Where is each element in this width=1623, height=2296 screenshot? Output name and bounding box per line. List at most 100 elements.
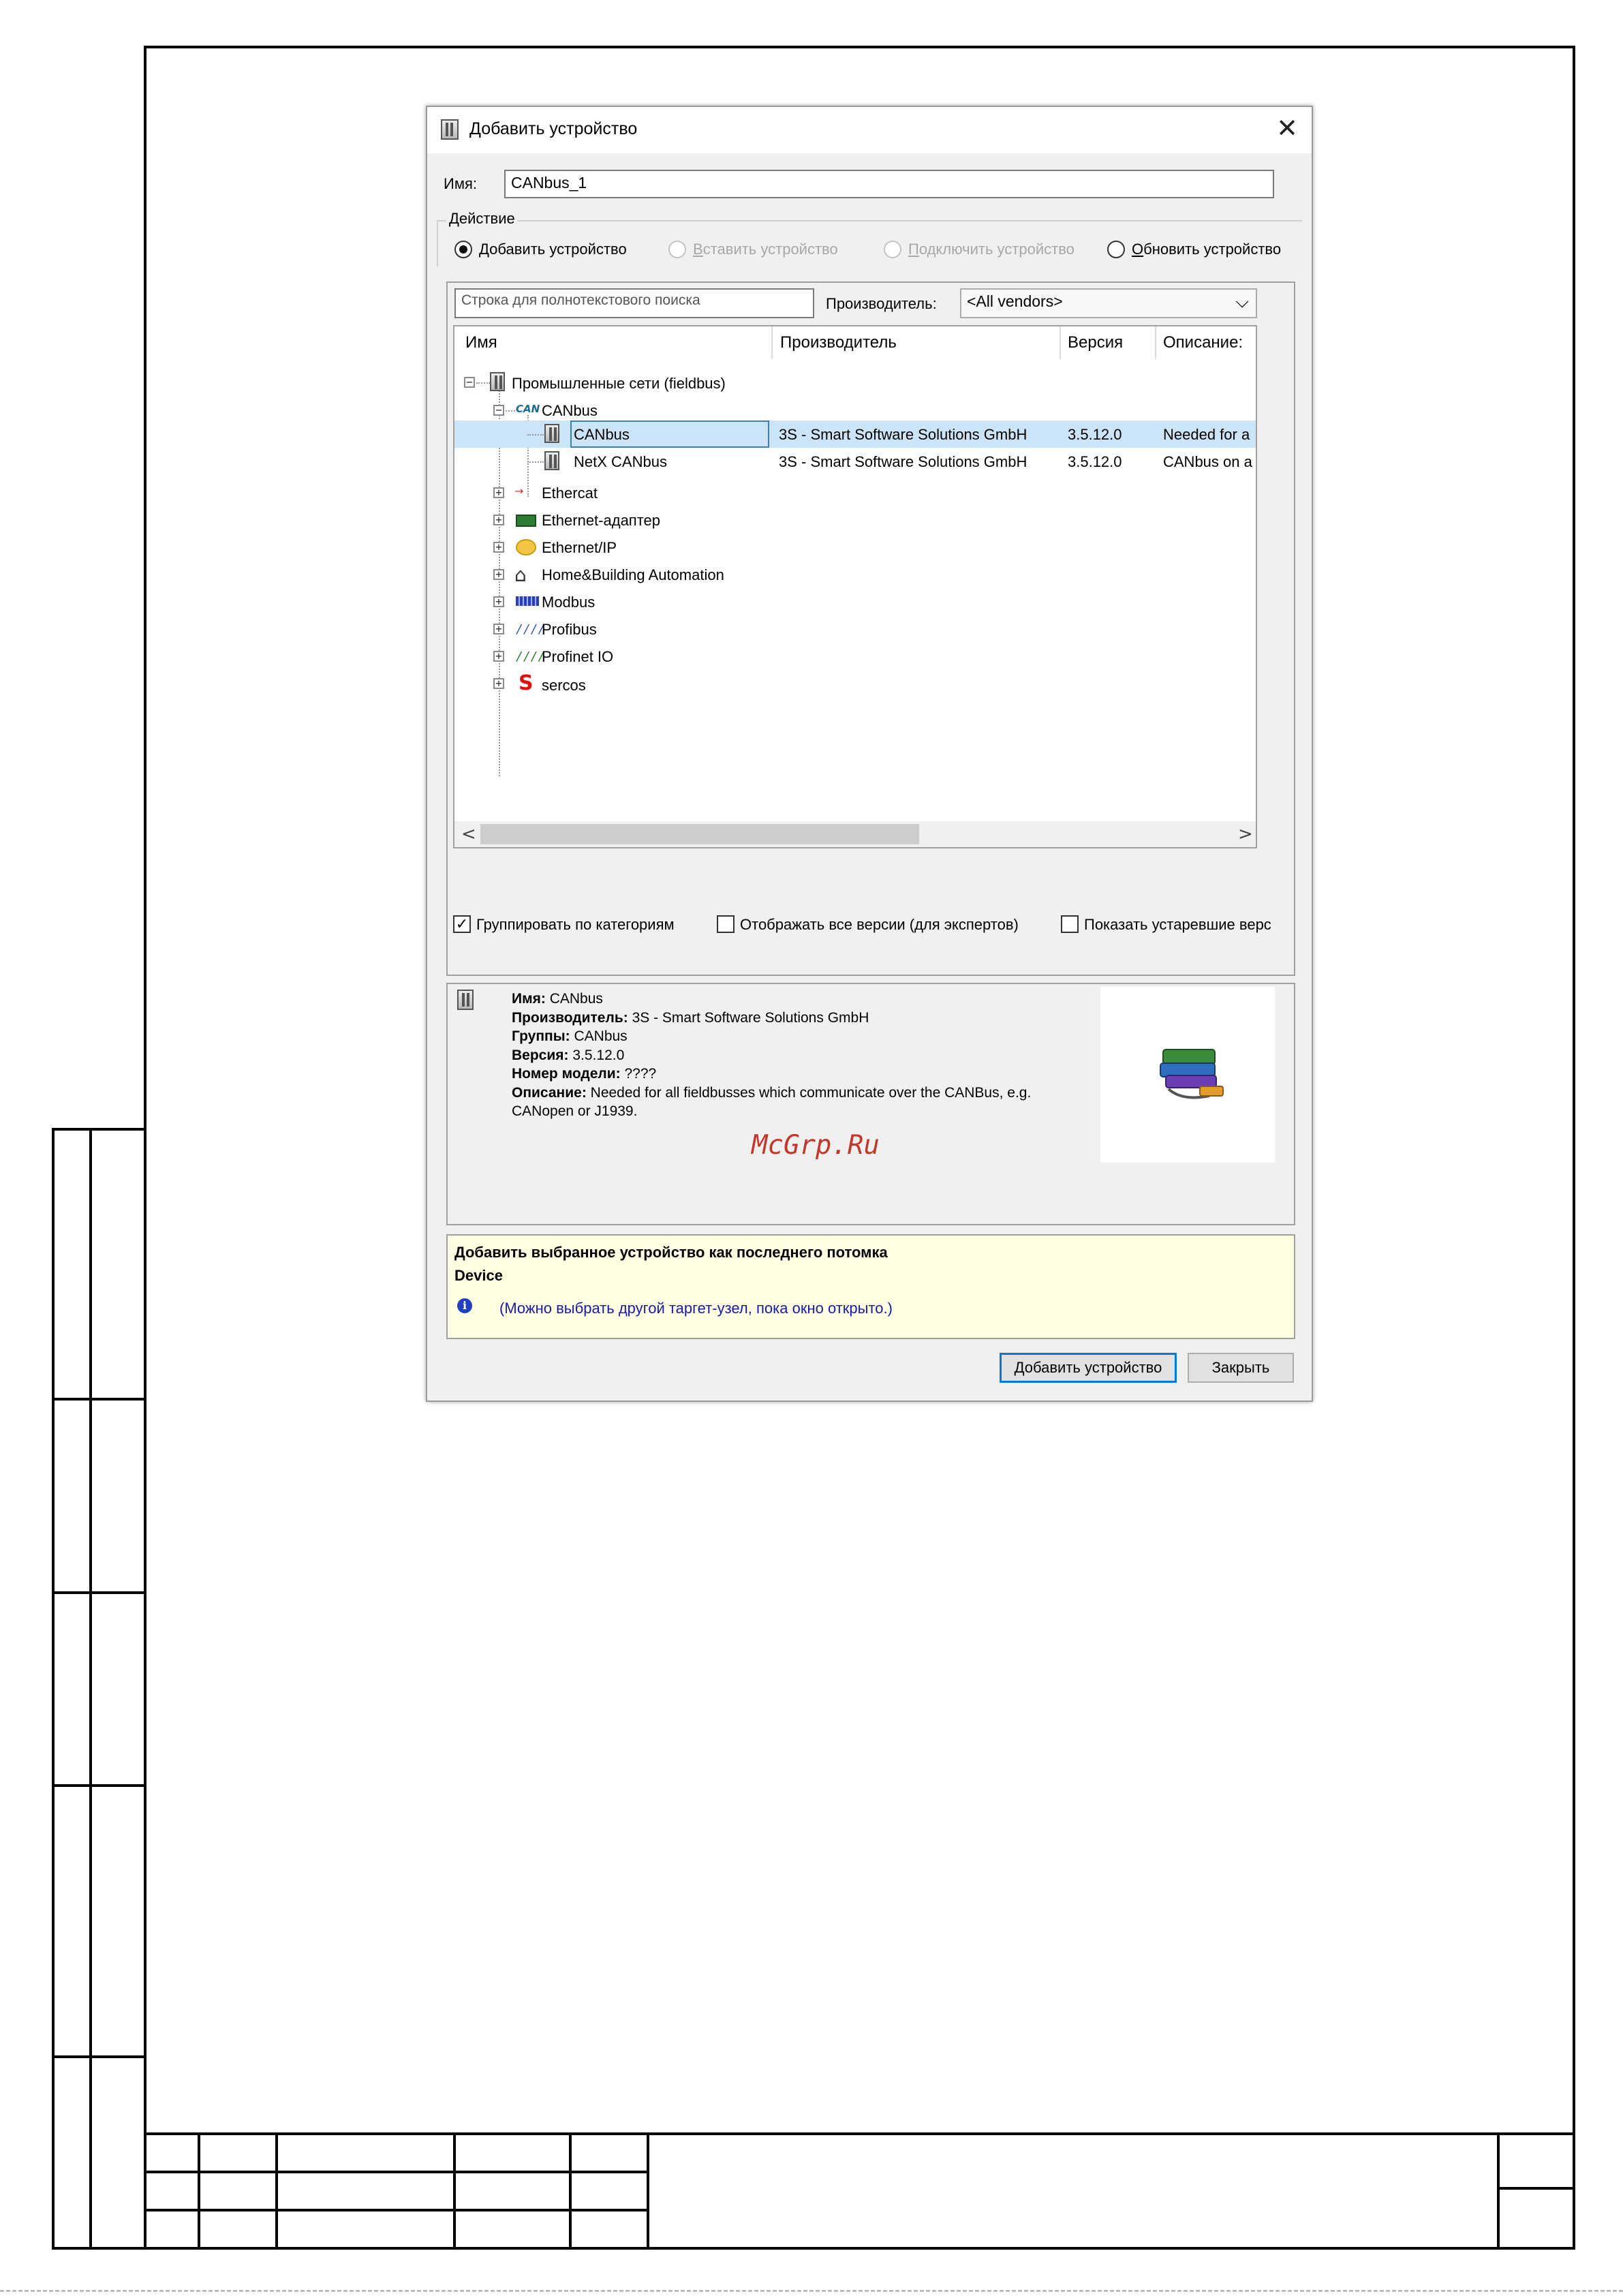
expand-toggle[interactable]: + [493,624,504,634]
hint-target-device: Device [454,1267,503,1284]
name-label: Имя: [444,175,477,192]
radio-add-device[interactable] [454,241,472,258]
profibus-icon: //// [516,622,546,637]
bottom-cut-line [0,2290,1623,2292]
info-device-icon [457,990,474,1010]
tree-category-profibus[interactable]: Profibus [542,621,597,639]
radio-add-device-label[interactable]: Добавить устройство [479,241,627,258]
info-desc-value: Needed for all fieldbusses which communi… [590,1084,1032,1101]
titleblock-top-line [144,2132,1575,2135]
info-name-value: CANbus [549,991,603,1007]
vendor-select-value: <All vendors> [967,292,1063,310]
titleblock-vline-3 [453,2132,456,2250]
table-row-description: CANbus on a [1163,453,1252,470]
info-vendor-label: Производитель: [512,1009,628,1026]
group-by-category-checkbox[interactable]: ✓ [453,915,471,933]
vendor-label: Производитель: [826,295,937,312]
ethernet-adapter-icon [516,515,536,527]
info-groups-label: Группы: [512,1028,570,1044]
profinet-icon: //// [516,649,546,664]
watermark: McGrp.Ru [752,1130,880,1161]
group-by-category-label[interactable]: Группировать по категориям [476,916,675,934]
table-row-name[interactable]: NetX CANbus [574,453,667,471]
col-header-name[interactable]: Имя [465,333,497,352]
info-name-label: Имя: [512,991,546,1007]
tree-line [527,461,544,463]
scroll-left-arrow[interactable]: < [461,824,476,844]
titleblock-vline-4 [569,2132,572,2250]
show-all-versions-checkbox[interactable] [717,915,735,933]
add-device-button[interactable]: Добавить устройство [1000,1353,1177,1383]
device-list: Имя Производитель Версия Описание: − Про… [453,325,1257,848]
info-version-value: 3.5.12.0 [572,1047,625,1063]
table-row-vendor: 3S - Smart Software Solutions GmbH [779,426,1027,443]
col-header-description[interactable]: Описание: [1163,333,1243,352]
tree-category-sercos[interactable]: sercos [542,677,586,694]
scrollbar-thumb[interactable] [480,824,919,844]
expand-toggle[interactable]: + [493,487,504,498]
left-margin-strip [52,1128,146,2250]
device-icon [441,119,459,140]
tree-group-canbus[interactable]: CANbus [542,402,598,420]
horizontal-scrollbar[interactable]: < > [454,821,1256,847]
device-info-panel: Имя: CANbus Производитель: 3S - Smart So… [446,983,1295,1225]
name-input[interactable]: CANbus_1 [504,170,1274,198]
chevron-down-icon: ⌵ [1235,291,1249,311]
canbus-device-icon [544,424,559,443]
titleblock-vline-2 [275,2132,278,2250]
col-separator [771,326,773,359]
device-image [1100,987,1275,1163]
target-hint-panel: Добавить выбранное устройство как послед… [446,1234,1295,1339]
show-outdated-checkbox[interactable] [1061,915,1079,933]
info-desc-label: Описание: [512,1084,587,1101]
show-outdated-label[interactable]: Показать устаревшие верс [1084,916,1293,934]
tree-category-ethercat[interactable]: Ethercat [542,485,598,502]
titleblock-hline-2 [144,2209,648,2211]
show-all-versions-label[interactable]: Отображать все версии (для экспертов) [740,916,1019,934]
radio-update-device[interactable] [1107,241,1125,258]
fieldbus-folder-icon [490,372,505,391]
radio-update-device-label[interactable]: Обновить устройство [1132,241,1281,258]
expand-toggle[interactable]: + [493,542,504,553]
tree-line [476,382,490,384]
sercos-icon: S [519,671,534,695]
tree-line [506,410,515,412]
info-model-value: ???? [624,1066,657,1082]
radio-insert-device[interactable] [668,241,686,258]
ethernet-ip-icon [516,539,536,555]
col-header-version[interactable]: Версия [1068,333,1123,352]
titleblock-hline-right [1497,2187,1575,2190]
info-desc-continued: CANopen or J1939. [512,1103,638,1119]
close-button[interactable]: Закрыть [1188,1353,1294,1383]
tree-category-modbus[interactable]: Modbus [542,594,595,611]
tree-category-ethernet-adapter[interactable]: Ethernet-адаптер [542,512,660,530]
expand-toggle[interactable]: + [493,515,504,525]
col-separator [1155,326,1156,359]
table-row-vendor: 3S - Smart Software Solutions GmbH [779,453,1027,470]
vendor-select[interactable]: <All vendors> ⌵ [960,288,1257,318]
table-row-version: 3.5.12.0 [1068,426,1122,443]
collapse-toggle[interactable]: − [464,377,475,388]
expand-toggle[interactable]: + [493,569,504,580]
radio-plug-device-label[interactable]: Подключить устройство [908,241,1075,258]
radio-insert-device-label[interactable]: Вставить устройство [693,241,838,258]
tree-category-profinet[interactable]: Profinet IO [542,648,613,666]
close-icon[interactable]: ✕ [1272,114,1302,144]
tree-category-home-building[interactable]: Home&Building Automation [542,566,724,584]
info-model-label: Номер модели: [512,1066,621,1082]
expand-toggle[interactable]: + [493,651,504,662]
tree-category-ethernet-ip[interactable]: Ethernet/IP [542,539,617,557]
expand-toggle[interactable]: + [493,678,504,689]
scroll-right-arrow[interactable]: > [1238,824,1253,844]
fulltext-search-input[interactable]: Строка для полнотекстового поиска [454,288,814,318]
tree-root-fieldbus[interactable]: Промышленные сети (fieldbus) [512,375,726,393]
radio-plug-device[interactable] [884,241,901,258]
titleblock-hline-1 [144,2171,648,2173]
can-logo-icon: CAN [516,403,540,415]
collapse-toggle[interactable]: − [493,405,504,416]
col-header-vendor[interactable]: Производитель [780,333,897,352]
expand-toggle[interactable]: + [493,596,504,607]
table-row-description: Needed for a [1163,426,1250,443]
action-group-label: Действие [446,210,518,228]
add-device-dialog: Добавить устройство ✕ Имя: CANbus_1 Дейс… [426,106,1313,1402]
